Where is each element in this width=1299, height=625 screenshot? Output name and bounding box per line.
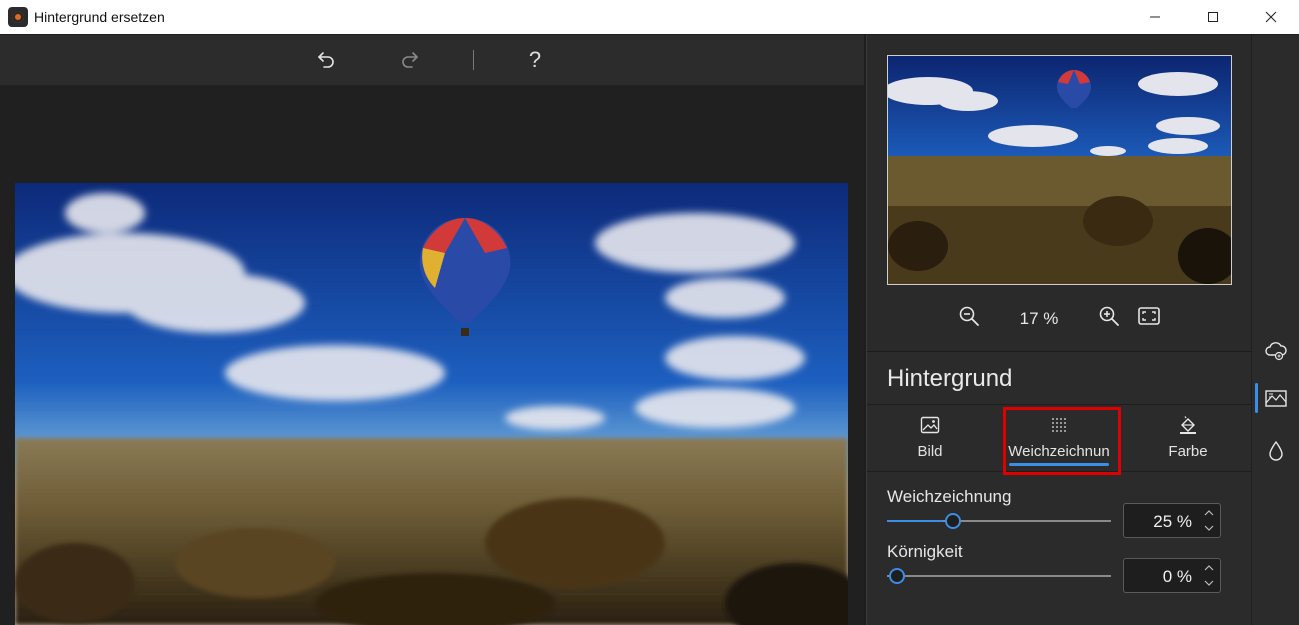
chevron-up-icon	[1204, 510, 1214, 516]
fit-screen-icon	[1138, 307, 1160, 325]
tool-rail	[1251, 35, 1299, 625]
app-icon	[8, 7, 28, 27]
spinbox-value: 0 %	[1162, 567, 1192, 586]
preview-thumbnail[interactable]	[887, 55, 1232, 285]
zoom-out-button[interactable]	[957, 304, 981, 333]
slider-thumb[interactable]	[889, 568, 905, 584]
spinbox-value: 25 %	[1153, 512, 1192, 531]
main-photo	[15, 183, 848, 625]
maximize-icon	[1208, 12, 1218, 22]
slider-label: Weichzeichnung	[887, 487, 1012, 506]
undo-button[interactable]	[310, 45, 342, 75]
highlight-annotation	[1003, 407, 1121, 475]
zoom-out-icon	[959, 306, 979, 326]
value-spinbox[interactable]: 0 %	[1123, 558, 1221, 593]
slider-fill	[887, 520, 943, 522]
editor-area: ?	[0, 35, 864, 625]
chevron-up-icon	[1204, 565, 1214, 571]
undo-icon	[318, 52, 334, 68]
rail-cloud-button[interactable]	[1264, 339, 1288, 363]
rail-active-indicator	[1255, 383, 1258, 413]
tab-farbe[interactable]: Farbe	[1129, 405, 1247, 472]
increment-button[interactable]	[1202, 561, 1216, 575]
close-button[interactable]	[1242, 0, 1299, 34]
paint-bucket-icon	[1180, 416, 1196, 434]
drop-icon	[1269, 440, 1283, 461]
zoom-in-icon	[1099, 306, 1119, 326]
decrement-button[interactable]	[1202, 521, 1216, 535]
chevron-down-icon	[1204, 525, 1214, 531]
minimize-icon	[1150, 16, 1160, 18]
zoom-level: 17 %	[1019, 309, 1059, 328]
fit-to-screen-button[interactable]	[1137, 305, 1161, 332]
slider-track[interactable]	[887, 513, 1111, 529]
decrement-button[interactable]	[1202, 576, 1216, 590]
preview-area: 17 %	[867, 35, 1252, 351]
window-title: Hintergrund ersetzen	[34, 9, 165, 25]
redo-button[interactable]	[394, 45, 426, 75]
close-icon	[1265, 11, 1277, 23]
zoom-bar: 17 %	[867, 301, 1252, 333]
slider-label: Körnigkeit	[887, 542, 963, 561]
cloud-replace-icon	[1265, 342, 1287, 361]
tab-label: Bild	[917, 443, 943, 460]
slider-weichzeichnung: Weichzeichnung 25 %	[867, 487, 1252, 542]
side-panel: 17 % Hintergrund Bild Weichzeichnun Farb…	[866, 35, 1252, 625]
increment-button[interactable]	[1202, 506, 1216, 520]
section-title: Hintergrund	[887, 365, 1013, 392]
maximize-button[interactable]	[1184, 0, 1242, 34]
chevron-down-icon	[1204, 580, 1214, 586]
image-icon	[920, 416, 940, 434]
background-section: Hintergrund Bild Weichzeichnun Farbe Wei…	[867, 351, 1252, 625]
redo-icon	[402, 52, 418, 68]
editor-toolbar: ?	[0, 35, 864, 85]
background-icon	[1265, 390, 1287, 407]
background-tabs: Bild Weichzeichnun Farbe	[867, 404, 1252, 475]
value-spinbox[interactable]: 25 %	[1123, 503, 1221, 538]
tab-label: Farbe	[1168, 443, 1208, 460]
title-bar: Hintergrund ersetzen	[0, 0, 1299, 34]
minimize-button[interactable]	[1126, 0, 1184, 34]
toolbar-separator	[473, 50, 474, 70]
rail-drop-button[interactable]	[1264, 439, 1288, 463]
slider-thumb[interactable]	[945, 513, 961, 529]
help-button[interactable]: ?	[519, 45, 551, 75]
slider-koernigkeit: Körnigkeit 0 %	[867, 542, 1252, 597]
zoom-in-button[interactable]	[1097, 304, 1121, 333]
tab-bild[interactable]: Bild	[871, 405, 989, 472]
slider-track[interactable]	[887, 568, 1111, 584]
rail-background-button[interactable]	[1264, 387, 1288, 411]
